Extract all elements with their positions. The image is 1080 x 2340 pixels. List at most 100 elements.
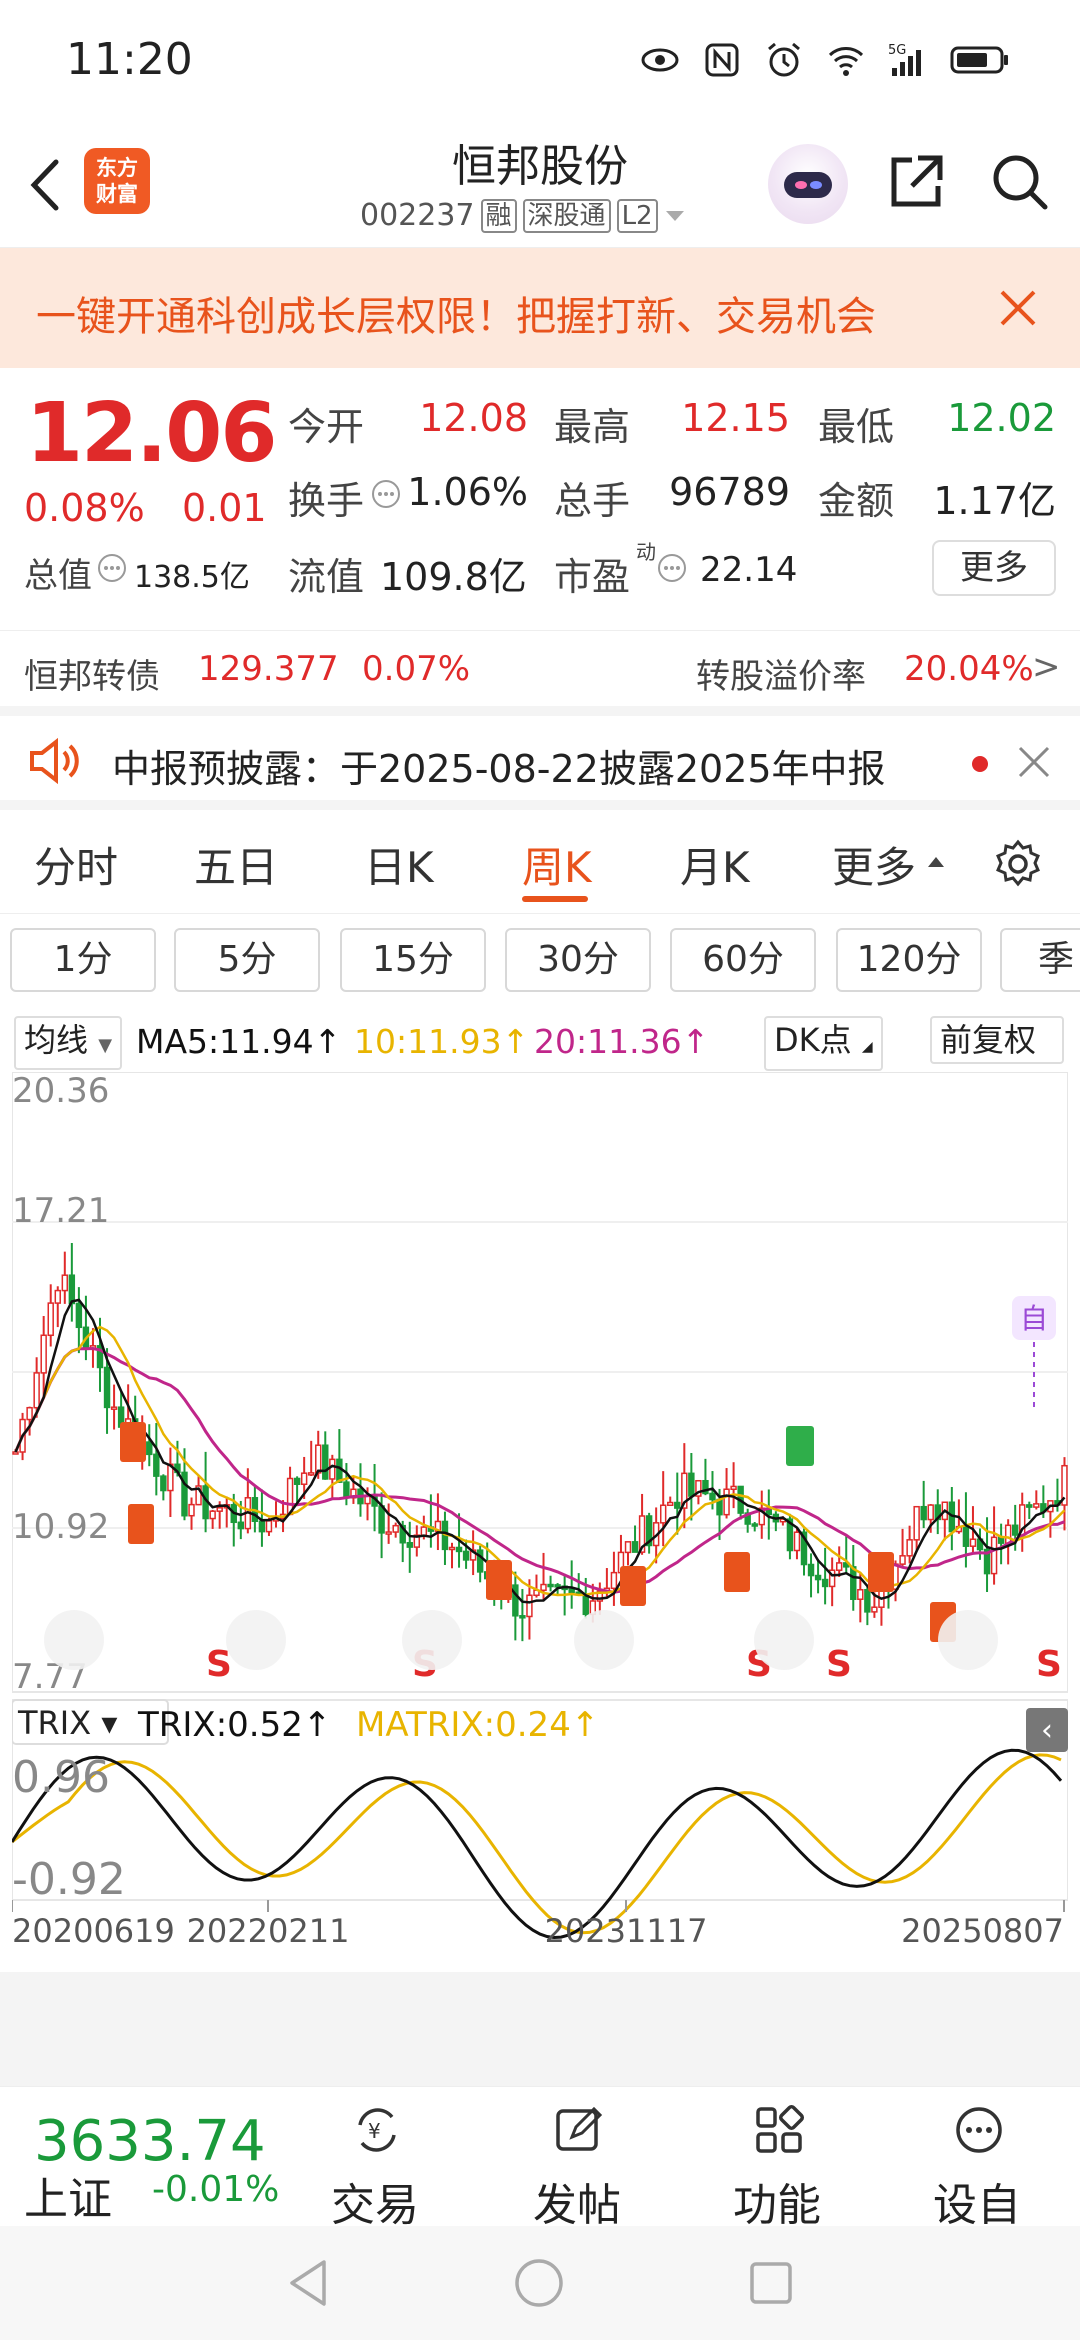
candle-body [68, 1274, 76, 1305]
ma10-value: 10:11.93↑ [354, 1022, 530, 1061]
nav-trade[interactable]: ¥ 交易 [310, 2087, 440, 2231]
tab-5day[interactable]: 五日 [194, 834, 278, 895]
dk-point-selector[interactable]: DK点 ◢ [764, 1016, 883, 1071]
y-axis-tick-2: 17.21 [12, 1191, 109, 1231]
info-dots-icon[interactable] [656, 552, 688, 584]
candle-body [153, 1453, 160, 1477]
candle-body [927, 1504, 934, 1521]
gear-icon[interactable] [992, 838, 1044, 890]
period-15min[interactable]: 15分 [340, 928, 486, 992]
banner-text: 一键开通科创成长层权限！把握打新、交易机会 [36, 294, 876, 340]
candle-body [329, 1458, 336, 1480]
td-marker-box [128, 1504, 154, 1544]
close-icon[interactable] [1016, 744, 1052, 780]
candle-body [835, 1562, 843, 1571]
index-change: -0.01% [152, 2169, 280, 2210]
y-axis-tick-4: 10.92 [12, 1507, 109, 1547]
candle-body [61, 1274, 69, 1292]
premium-label: 转股溢价率 [696, 657, 866, 697]
notice-bar[interactable]: 中报预披露：于2025-08-22披露2025年中报 [0, 706, 1080, 810]
adjust-selector[interactable]: 前复权 [930, 1016, 1064, 1064]
stock-header: 东方 财富 恒邦股份 002237 融 深股通 L2 [0, 120, 1080, 248]
tag-margin: 融 [480, 198, 517, 233]
tab-weekly[interactable]: 周K [522, 834, 592, 895]
sell-marker: S [1036, 1644, 1062, 1685]
candle-body [674, 1501, 681, 1509]
ma-selector[interactable]: 均线 ▼ [14, 1016, 123, 1070]
td-marker-box [120, 1422, 146, 1462]
td-marker-box [620, 1566, 646, 1606]
kline-chart[interactable]: 20.3617.2110.927.77自SSSSSTRIX ▾TRIX:0.52… [12, 1072, 1068, 1972]
bond-price: 129.377 [198, 649, 339, 689]
more-button[interactable]: 更多 [932, 540, 1056, 596]
matrix-line [12, 1753, 1062, 1935]
svg-text:5G: 5G [888, 43, 906, 58]
candle-body [307, 1472, 315, 1476]
period-5min[interactable]: 5分 [174, 928, 320, 992]
info-dots-icon[interactable] [370, 478, 402, 510]
tab-more[interactable]: 更多 [832, 834, 916, 895]
period-quarter[interactable]: 季 [1000, 928, 1080, 992]
info-dots-icon[interactable] [96, 552, 128, 584]
float-label: 流值 [288, 555, 365, 599]
tab-daily[interactable]: 日K [364, 834, 434, 895]
notice-text: 中报预披露：于2025-08-22披露2025年中报 [112, 747, 886, 791]
nav-add-watchlist[interactable]: 设自选 [912, 2087, 1042, 2295]
share-icon[interactable] [884, 150, 948, 214]
high-value: 12.15 [681, 396, 790, 440]
candle-body [315, 1444, 322, 1474]
candle-body [540, 1583, 547, 1592]
candle-body [512, 1584, 519, 1617]
x-axis-label: 20220211 [187, 1912, 350, 1950]
period-120min[interactable]: 120分 [836, 928, 982, 992]
candle-body [821, 1578, 829, 1588]
candle-body [709, 1492, 716, 1501]
close-icon[interactable] [996, 286, 1040, 330]
volume-value: 96789 [669, 470, 790, 514]
amount-value: 1.17亿 [933, 479, 1056, 523]
period-60min[interactable]: 60分 [670, 928, 816, 992]
candle-body [75, 1302, 83, 1329]
nav-recents-icon[interactable] [746, 2258, 796, 2308]
tab-monthly[interactable]: 月K [680, 834, 750, 895]
nav-functions[interactable]: 功能 [712, 2087, 842, 2231]
chart-control-button [574, 1610, 634, 1670]
candle-body [322, 1444, 329, 1480]
chart-control-button [226, 1610, 286, 1670]
candle-body [406, 1541, 413, 1548]
period-30min[interactable]: 30分 [505, 928, 651, 992]
volume-label: 总手 [554, 479, 631, 523]
system-nav-bar [0, 2226, 1080, 2340]
candle-body [871, 1606, 878, 1613]
bond-name: 恒邦转债 [24, 657, 160, 697]
x-axis-label: 20250807 [901, 1912, 1064, 1950]
candle-body [47, 1302, 54, 1337]
candle-body [476, 1549, 484, 1573]
change-percent: 0.08% [24, 486, 145, 530]
assistant-avatar[interactable] [768, 144, 848, 224]
nav-post[interactable]: 发帖 [512, 2087, 642, 2231]
period-1min[interactable]: 1分 [10, 928, 156, 992]
low-value: 12.02 [947, 396, 1056, 440]
candle-body [659, 1504, 667, 1524]
stock-code-line[interactable]: 002237 融 深股通 L2 [360, 198, 686, 233]
nav-back-icon[interactable] [284, 2256, 334, 2310]
candle-body [12, 1451, 19, 1455]
candle-body [857, 1588, 864, 1600]
nav-home-icon[interactable] [512, 2256, 566, 2310]
convertible-bond-row[interactable]: 恒邦转债 129.377 0.07% 转股溢价率 20.04% > [0, 630, 1080, 706]
eye-icon [641, 48, 679, 72]
grid-icon [756, 2104, 805, 2153]
index-name: 上证 [24, 2174, 112, 2225]
candle-body [110, 1406, 118, 1410]
search-icon[interactable] [988, 150, 1052, 214]
tag-connect: 深股通 [522, 198, 611, 233]
caret-up-icon [928, 857, 944, 867]
float-value: 109.8亿 [380, 555, 527, 599]
candle-body [385, 1531, 392, 1535]
candle-body [554, 1584, 561, 1588]
promo-banner[interactable]: 一键开通科创成长层权限！把握打新、交易机会 [0, 248, 1080, 368]
candle-body [667, 1501, 674, 1507]
tab-intraday[interactable]: 分时 [34, 834, 118, 895]
candle-body [103, 1366, 111, 1409]
